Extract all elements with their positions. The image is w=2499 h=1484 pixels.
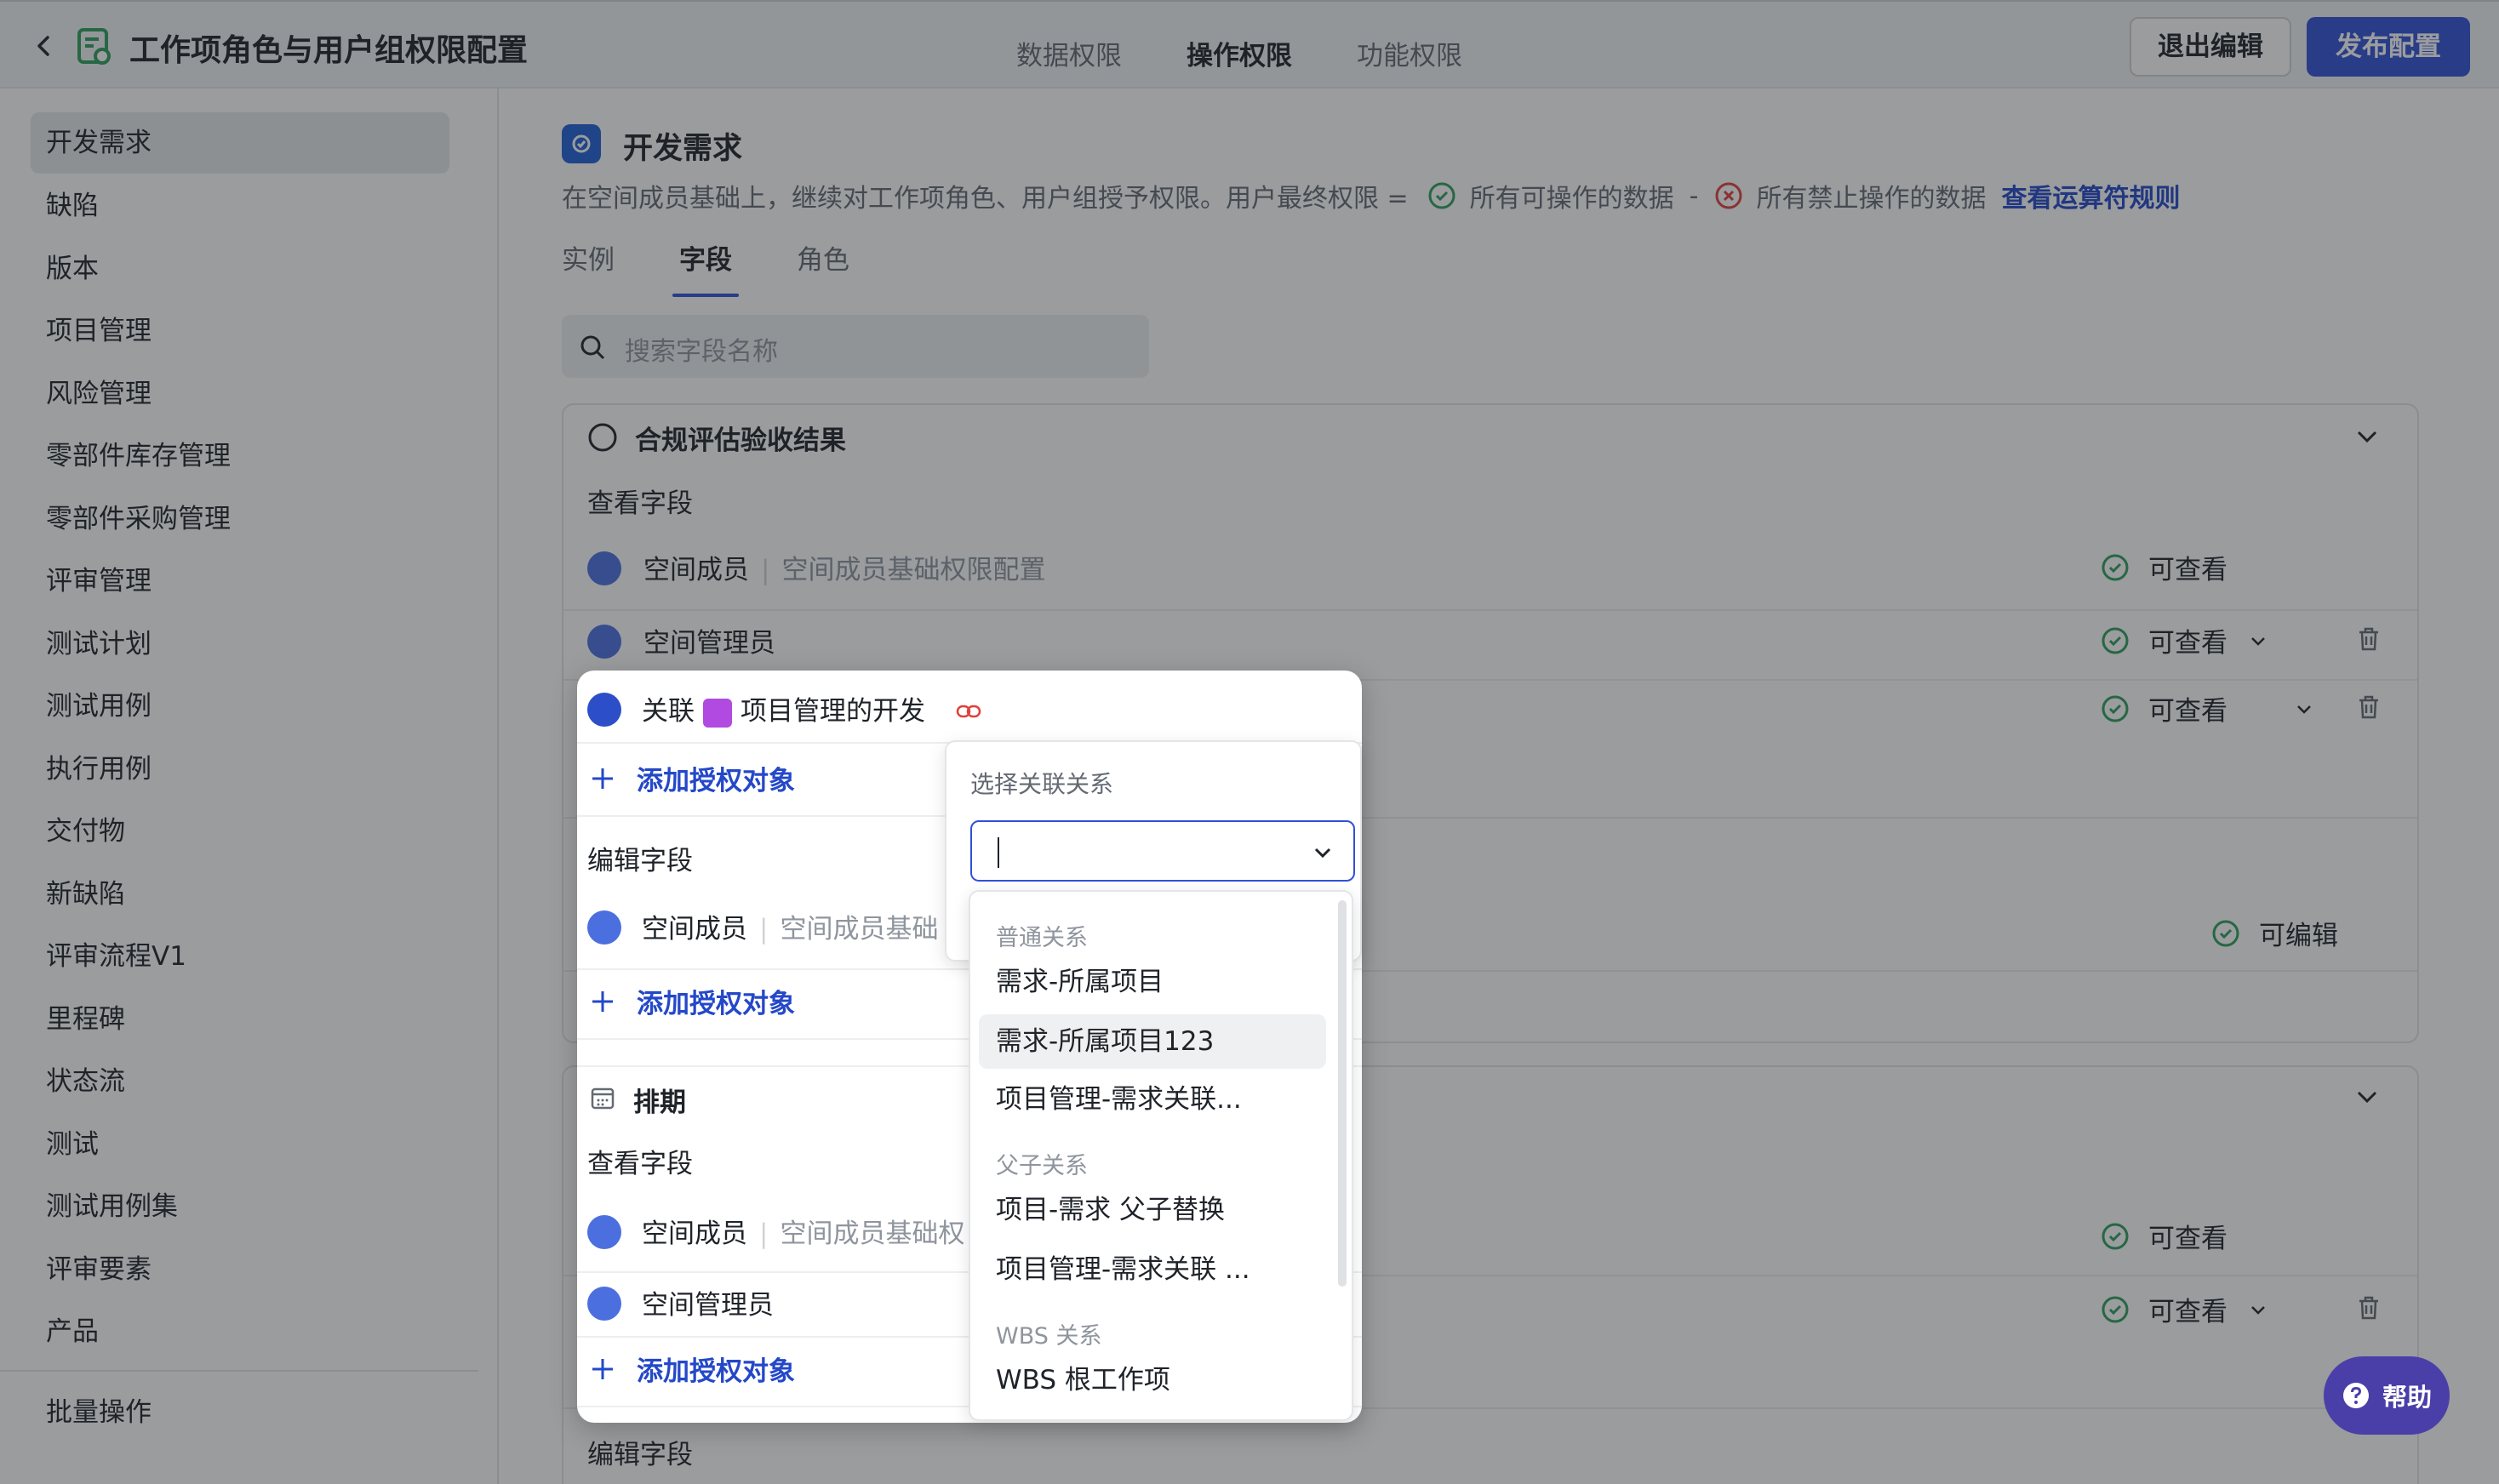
list-scrollbar[interactable] [1338,900,1347,1287]
member-role: 空间成员 | 空间成员基础权 [642,1219,965,1249]
relation-name: 项目管理的开发 [741,696,925,727]
role-name: 空间成员 [642,1219,747,1249]
relation-option[interactable]: 项目-需求 父子替换 [979,1183,1326,1237]
relation-select-title: 选择关联关系 [970,770,1114,798]
relation-prefix: 关联 [642,696,695,727]
admin-avatar [587,1287,621,1321]
role-desc: 空间成员基础权 [780,1219,965,1249]
plus-icon [592,768,613,789]
text-cursor [998,837,999,868]
bookmark-icon [703,698,732,728]
member-avatar [587,910,621,945]
plus-icon [592,1358,613,1379]
question-icon [2342,1383,2369,1408]
plus-icon [592,990,613,1012]
relation-option[interactable]: 项目管理-需求关联 ... [979,1242,1326,1297]
relation-option[interactable]: 需求-所属项目 [979,955,1326,1009]
relation-option[interactable]: 项目管理-需求关联... [979,1072,1326,1127]
add-label: 添加授权对象 [637,766,795,796]
role-desc: 空间成员基础 [780,914,939,945]
member-avatar [587,1215,621,1249]
role-name: 空间成员 [642,914,747,945]
link-icon[interactable] [955,698,982,725]
add-label: 添加授权对象 [637,989,795,1019]
option-group-label: WBS 关系 [996,1323,1102,1350]
chevron-down-icon [1314,848,1331,859]
help-label: 帮助 [2382,1383,2432,1412]
add-grantee-button[interactable]: 添加授权对象 [589,982,795,1020]
admin-role: 空间管理员 [642,1290,774,1321]
help-button[interactable]: 帮助 [2324,1356,2450,1435]
relation-avatar [587,693,621,727]
option-group-label: 父子关系 [996,1153,1088,1179]
view-field-label: 查看字段 [587,1149,693,1179]
add-label: 添加授权对象 [637,1356,795,1387]
relation-select-input[interactable] [970,820,1355,882]
schedule-title: 排期 [633,1087,686,1118]
relation-option[interactable]: WBS 根工作项 [979,1353,1326,1407]
relation-row: 关联 项目管理的开发 [642,689,925,728]
edit-field-label: 编辑字段 [587,846,693,876]
add-grantee-button[interactable]: 添加授权对象 [589,759,795,797]
calendar-icon [591,1087,615,1110]
relation-option[interactable]: 需求-所属项目123 [979,1014,1326,1069]
relation-options-list: 普通关系 需求-所属项目 需求-所属项目123 项目管理-需求关联... 父子关… [969,890,1353,1421]
add-grantee-button[interactable]: 添加授权对象 [589,1350,795,1388]
option-group-label: 普通关系 [996,925,1088,951]
member-role: 空间成员 | 空间成员基础 [642,914,939,945]
